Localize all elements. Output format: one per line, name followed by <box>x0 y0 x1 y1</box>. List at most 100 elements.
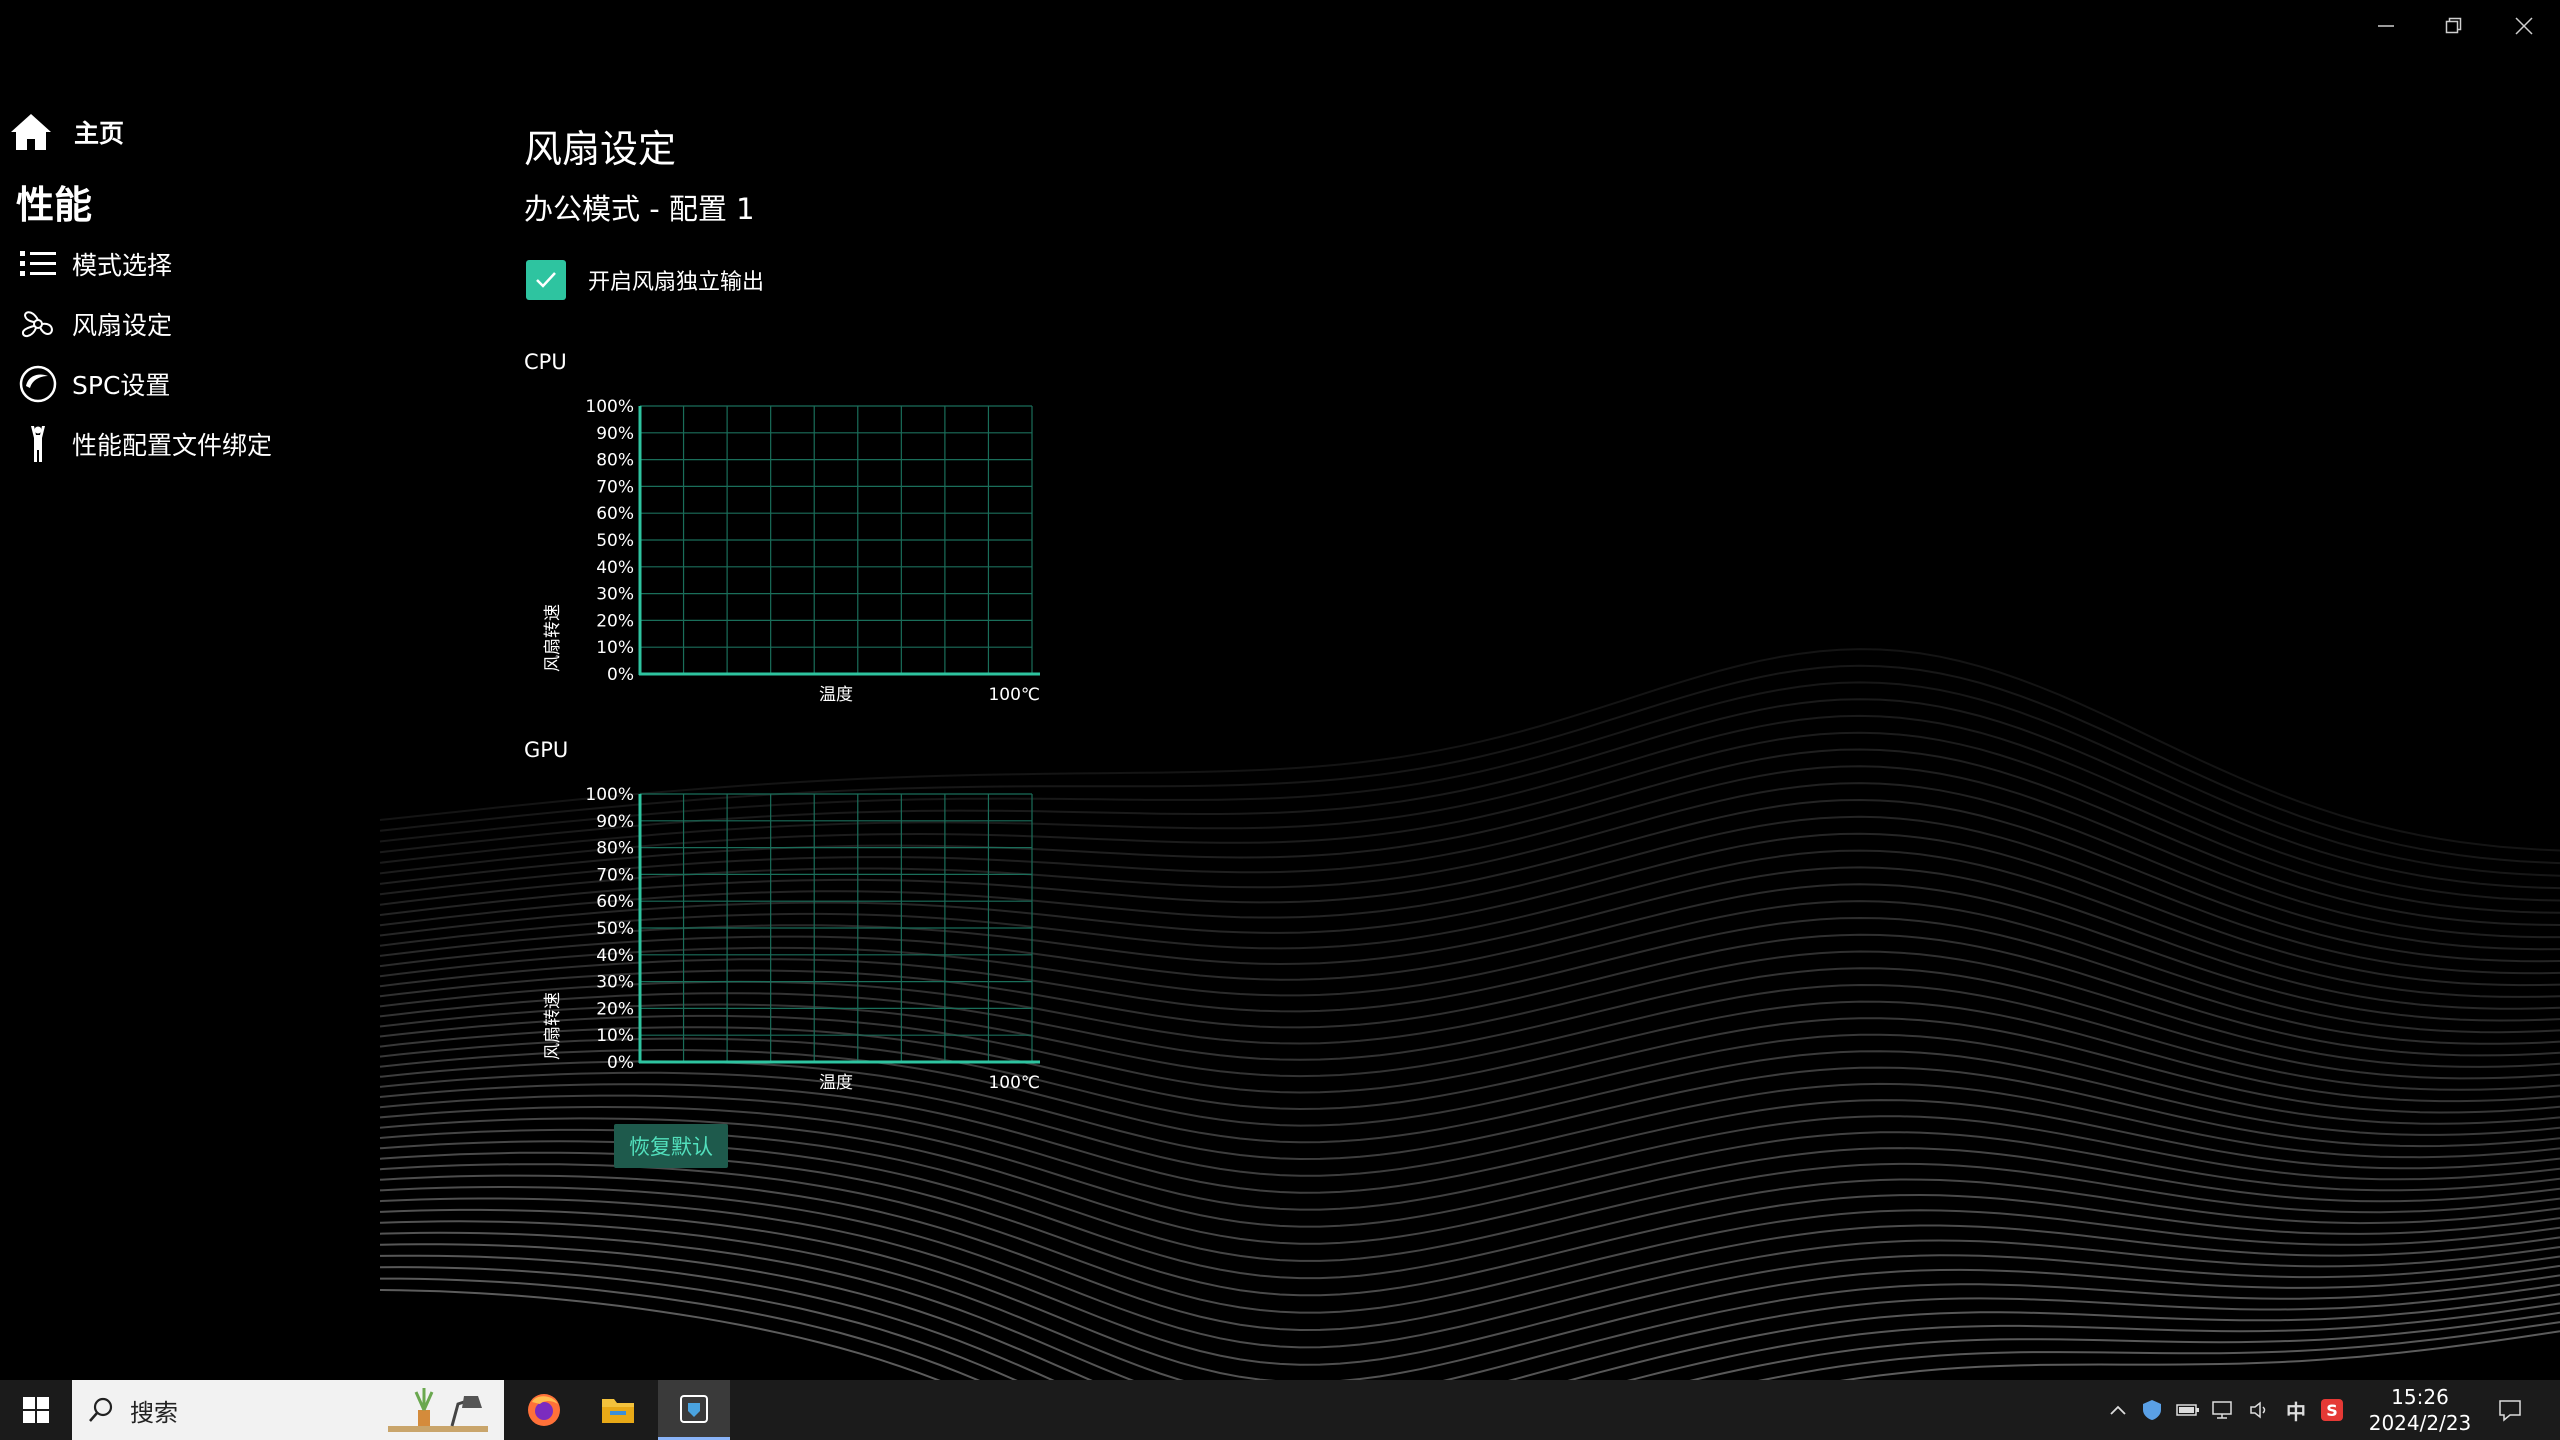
taskbar-clock[interactable]: 15:26 2024/2/23 <box>2350 1384 2490 1436</box>
gpu-chart-title: GPU <box>524 738 569 762</box>
clock-date: 2024/2/23 <box>2368 1411 2472 1435</box>
chart-svg: 0% 10% 20% 30% 40% 50% 60% 70% 80% 90% 100% 温度 100℃ 风… <box>543 785 1040 1093</box>
home-icon <box>11 114 51 150</box>
cpu-fan-curve-chart[interactable]: 0% 10% 20% 30% 40% 50% 60% 70% 80% 90% 100% 温度 100℃ 风… <box>524 390 1044 705</box>
restore-button[interactable] <box>2420 4 2488 48</box>
shield-icon <box>2143 1400 2161 1420</box>
background-waves <box>379 648 2560 1380</box>
close-icon <box>2515 17 2533 35</box>
chart-svg: 0% 10% 20% 30% 40% 50% 60% 70% 80% 90% 100% 温度 100℃ 风… <box>543 397 1040 705</box>
search-placeholder: 搜索 <box>130 1398 178 1427</box>
close-button[interactable] <box>2490 4 2558 48</box>
sidebar-item-label: 风扇设定 <box>72 311 173 340</box>
y-tick-label: 70% <box>596 477 634 497</box>
y-tick-label: 60% <box>596 892 634 912</box>
chevron-up-icon <box>2110 1405 2126 1415</box>
tray-network[interactable] <box>2208 1380 2240 1440</box>
reset-default-button[interactable]: 恢复默认 <box>614 1124 728 1168</box>
y-tick-label: 10% <box>596 1026 634 1046</box>
nav-home[interactable]: 主页 <box>10 112 124 152</box>
clock-time: 15:26 <box>2391 1385 2449 1409</box>
tray-volume[interactable] <box>2244 1380 2276 1440</box>
sidebar-item-mode-select[interactable]: 模式选择 <box>18 244 172 284</box>
x-max-tick-label: 100℃ <box>988 1073 1040 1093</box>
independent-output-checkbox[interactable] <box>526 260 566 300</box>
sidebar-item-label: 模式选择 <box>72 251 173 280</box>
y-tick-label: 100% <box>585 397 634 417</box>
tray-battery[interactable] <box>2172 1380 2204 1440</box>
volume-icon <box>2250 1401 2266 1419</box>
taskbar-active-app[interactable] <box>658 1380 730 1440</box>
y-tick-label: 80% <box>596 839 634 859</box>
y-tick-label: 50% <box>596 531 634 551</box>
y-tick-label: 90% <box>596 424 634 444</box>
cpu-chart-title: CPU <box>524 350 567 374</box>
y-tick-label: 20% <box>596 611 634 631</box>
independent-output-toggle[interactable]: 开启风扇独立输出 <box>526 260 764 300</box>
y-axis-label: 风扇转速 <box>543 604 563 672</box>
x-axis-label: 温度 <box>819 1073 853 1093</box>
network-icon <box>2212 1401 2232 1419</box>
app-icon <box>680 1394 708 1423</box>
y-axis-label: 风扇转速 <box>543 992 563 1060</box>
windows-icon <box>23 1397 49 1423</box>
sidebar-item-label: SPC设置 <box>72 371 171 400</box>
sidebar-item-label: 性能配置文件绑定 <box>72 431 273 460</box>
show-hidden-icons-button[interactable] <box>2104 1380 2132 1440</box>
sogou-icon: S <box>2321 1399 2343 1421</box>
search-highlight-illustration <box>388 1388 488 1432</box>
sidebar-item-spc-settings[interactable]: SPC设置 <box>18 364 170 404</box>
wave-line <box>379 1174 2560 1332</box>
figure-icon <box>18 424 58 464</box>
nav-home-label: 主页 <box>74 119 125 148</box>
sidebar-item-fan-settings[interactable]: 风扇设定 <box>18 304 172 344</box>
tray-security[interactable] <box>2136 1380 2168 1440</box>
wave-line <box>380 1277 2560 1380</box>
taskbar-firefox[interactable] <box>508 1380 580 1440</box>
taskbar-file-explorer[interactable] <box>582 1380 654 1440</box>
x-max-tick-label: 100℃ <box>988 685 1040 705</box>
y-tick-label: 10% <box>596 638 634 658</box>
taskbar: 搜索 中 S 15:26 2024/2/23 <box>0 1380 2560 1440</box>
firefox-icon <box>528 1394 560 1426</box>
y-tick-label: 60% <box>596 504 634 524</box>
search-icon <box>89 1397 113 1422</box>
x-axis-label: 温度 <box>819 685 853 705</box>
y-tick-label: 50% <box>596 919 634 939</box>
fan-icon <box>18 304 58 344</box>
battery-icon <box>2176 1404 2199 1416</box>
wave-line <box>379 1220 2560 1380</box>
notification-icon <box>2499 1400 2521 1422</box>
minimize-button[interactable] <box>2352 4 2420 48</box>
wave-line <box>379 1208 2560 1380</box>
action-center-button[interactable] <box>2494 1380 2526 1440</box>
y-tick-label: 0% <box>607 665 634 685</box>
page-title: 风扇设定 <box>524 127 677 171</box>
y-tick-label: 0% <box>607 1053 634 1073</box>
y-tick-label: 70% <box>596 865 634 885</box>
sidebar-item-profile-binding[interactable]: 性能配置文件绑定 <box>18 424 272 464</box>
y-tick-label: 20% <box>596 999 634 1019</box>
list-icon <box>18 244 58 284</box>
tray-ime[interactable]: 中 <box>2280 1380 2312 1440</box>
tray-sogou[interactable]: S <box>2316 1380 2348 1440</box>
y-tick-label: 30% <box>596 973 634 993</box>
section-title: 性能 <box>16 183 93 227</box>
taskbar-search-box[interactable]: 搜索 <box>72 1380 504 1440</box>
y-tick-label: 30% <box>596 585 634 605</box>
y-tick-label: 100% <box>585 785 634 805</box>
start-button[interactable] <box>0 1380 72 1440</box>
spc-icon <box>18 364 58 404</box>
independent-output-label: 开启风扇独立输出 <box>588 270 765 295</box>
restore-icon <box>2445 17 2462 34</box>
minimize-icon <box>2378 25 2394 27</box>
wave-line <box>379 1243 2560 1380</box>
checkmark-icon <box>536 272 556 288</box>
y-tick-label: 80% <box>596 451 634 471</box>
profile-subtitle: 办公模式 - 配置 1 <box>524 192 755 226</box>
y-tick-label: 40% <box>596 946 634 966</box>
gpu-fan-curve-chart[interactable]: 0% 10% 20% 30% 40% 50% 60% 70% 80% 90% 100% 温度 100℃ 风… <box>524 778 1044 1093</box>
file-explorer-icon <box>602 1399 634 1423</box>
y-tick-label: 90% <box>596 812 634 832</box>
y-tick-label: 40% <box>596 558 634 578</box>
